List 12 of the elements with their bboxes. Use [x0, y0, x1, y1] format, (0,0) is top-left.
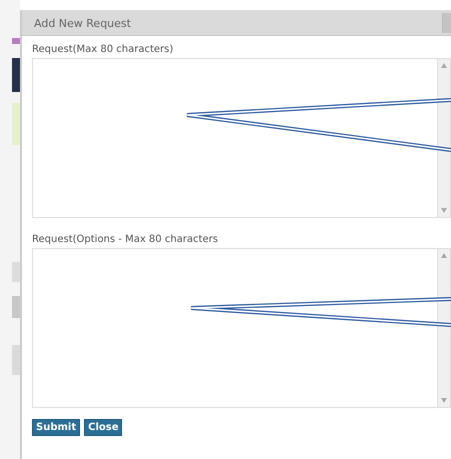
dialog-button[interactable]: Close [84, 419, 122, 436]
dialog-button[interactable]: Submit [32, 419, 80, 436]
field-label: Request(Max 80 characters) [32, 44, 174, 55]
field-label: Request(Options - Max 80 characters [32, 234, 219, 245]
close-icon[interactable] [442, 13, 451, 33]
scroll-down-icon[interactable] [441, 398, 447, 403]
scroll-up-icon[interactable] [441, 63, 447, 68]
scroll-down-icon[interactable] [441, 208, 447, 213]
dialog-title: Add New Request [34, 16, 131, 30]
scroll-up-icon[interactable] [441, 253, 447, 258]
scrollbar[interactable] [437, 59, 450, 217]
scrollbar[interactable] [437, 249, 450, 407]
